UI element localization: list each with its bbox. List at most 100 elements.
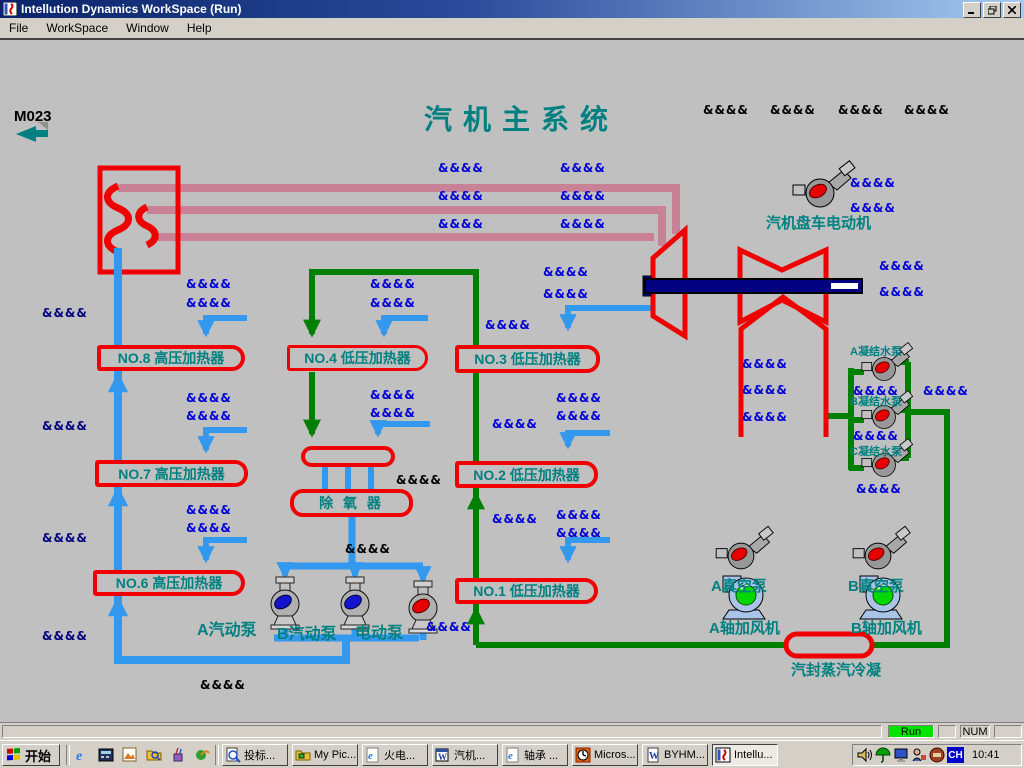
value-placeholder: &&&&: [850, 201, 896, 215]
intellution-icon: [715, 747, 731, 763]
task-button-2[interactable]: My Pic...: [292, 744, 358, 766]
restore-button[interactable]: [983, 2, 1001, 18]
task-label: 投标...: [244, 747, 275, 763]
value-placeholder: &&&&: [853, 429, 899, 443]
value-placeholder: &&&&: [770, 103, 816, 117]
media-quicklaunch-icon[interactable]: [192, 746, 212, 764]
user-accounts-icon[interactable]: [911, 747, 927, 763]
value-placeholder: &&&&: [186, 277, 232, 291]
page-title: 汽机主系统: [424, 98, 619, 138]
value-placeholder: &&&&: [492, 417, 538, 431]
task-button-5[interactable]: e 轴承 ...: [502, 744, 568, 766]
task-button-3[interactable]: e 火电...: [362, 744, 428, 766]
task-button-1[interactable]: 投标...: [222, 744, 288, 766]
heater-no4[interactable]: NO.4 低压加热器: [287, 345, 428, 371]
task-button-8-active[interactable]: Intellu...: [712, 744, 778, 766]
value-placeholder: &&&&: [370, 296, 416, 310]
value-placeholder: &&&&: [186, 409, 232, 423]
menu-file[interactable]: File: [0, 19, 37, 37]
menu-window[interactable]: Window: [117, 19, 178, 37]
start-button[interactable]: 开始: [2, 744, 60, 766]
heater-no8[interactable]: NO.8 高压加热器: [97, 345, 245, 371]
task-label: My Pic...: [314, 749, 356, 761]
heater-no2[interactable]: NO.2 低压加热器: [455, 461, 598, 488]
menu-bar: File WorkSpace Window Help: [0, 18, 1024, 38]
status-bar: Run NUM: [0, 722, 1024, 741]
feed-pump-a-label: A汽动泵: [197, 616, 257, 640]
title-bar[interactable]: Intellution Dynamics WorkSpace (Run): [0, 0, 1024, 18]
minimize-button[interactable]: [963, 2, 981, 18]
task-label: 轴承 ...: [524, 747, 558, 763]
menu-help[interactable]: Help: [178, 19, 221, 37]
taskbar-clock[interactable]: 10:41: [972, 749, 1000, 761]
windows-logo-icon: [6, 748, 22, 762]
svg-text:e: e: [508, 750, 513, 762]
value-placeholder: &&&&: [742, 383, 788, 397]
value-placeholder: &&&&: [370, 406, 416, 420]
value-placeholder: &&&&: [556, 391, 602, 405]
heater-no6[interactable]: NO.6 高压加热器: [93, 570, 245, 596]
paint-tools-quicklaunch-icon[interactable]: [168, 746, 188, 764]
value-placeholder: &&&&: [42, 419, 88, 433]
vacuum-pump-b-label: B真空泵: [848, 575, 904, 596]
value-placeholder: &&&&: [186, 503, 232, 517]
value-placeholder: &&&&: [560, 217, 606, 231]
value-placeholder: &&&&: [345, 542, 391, 556]
svg-text:e: e: [76, 749, 82, 763]
input-method-indicator[interactable]: CH: [947, 747, 964, 763]
image-editor-quicklaunch-icon[interactable]: [120, 746, 140, 764]
volume-icon[interactable]: [857, 747, 873, 763]
gland-condenser-label: 汽封蒸汽冷凝: [791, 659, 881, 680]
turning-motor-label: 汽机盘车电动机: [766, 212, 871, 233]
restore-icon: [988, 6, 997, 15]
value-placeholder: &&&&: [879, 259, 925, 273]
status-message-cell: [2, 725, 882, 738]
heater-no3[interactable]: NO.3 低压加热器: [455, 345, 600, 373]
system-tray: CH 10:41: [852, 744, 1022, 766]
calculator-quicklaunch-icon[interactable]: [96, 746, 116, 764]
value-placeholder: &&&&: [426, 620, 472, 634]
antivirus-umbrella-icon[interactable]: [875, 747, 891, 763]
value-placeholder: &&&&: [438, 189, 484, 203]
run-mode-indicator: Run: [888, 725, 934, 738]
window-title: Intellution Dynamics WorkSpace (Run): [21, 2, 241, 16]
ie-quicklaunch-icon[interactable]: e: [72, 746, 92, 764]
deaerator[interactable]: 除 氧 器: [290, 489, 413, 517]
ie-page-icon: e: [365, 747, 381, 763]
heater-no1[interactable]: NO.1 低压加热器: [455, 578, 598, 604]
value-placeholder: &&&&: [370, 388, 416, 402]
value-placeholder: &&&&: [742, 410, 788, 424]
value-placeholder: &&&&: [200, 678, 246, 692]
page-id: M023: [14, 108, 52, 125]
app-icon: [3, 2, 17, 16]
value-placeholder: &&&&: [904, 103, 950, 117]
close-button[interactable]: [1003, 2, 1021, 18]
value-placeholder: &&&&: [556, 508, 602, 522]
pictures-folder-icon: [295, 747, 311, 763]
value-placeholder: &&&&: [838, 103, 884, 117]
folder-search-quicklaunch-icon[interactable]: [144, 746, 164, 764]
menu-workspace[interactable]: WorkSpace: [37, 19, 117, 37]
separator: [215, 745, 219, 765]
svg-text:e: e: [368, 750, 373, 762]
value-placeholder: &&&&: [742, 357, 788, 371]
value-placeholder: &&&&: [438, 217, 484, 231]
hardware-badge-icon[interactable]: [929, 747, 945, 763]
task-button-4[interactable]: W 汽机...: [432, 744, 498, 766]
close-icon: [1008, 6, 1016, 14]
taskbar: 开始 e 投标... My Pic... e 火电... W 汽机... e 轴…: [0, 740, 1024, 768]
svg-text:W: W: [438, 752, 447, 762]
task-button-6[interactable]: Micros...: [572, 744, 638, 766]
network-monitor-icon[interactable]: [893, 747, 909, 763]
task-label: Micros...: [594, 749, 636, 761]
heater-no7[interactable]: NO.7 高压加热器: [95, 460, 248, 487]
ie-page-icon: e: [505, 747, 521, 763]
value-placeholder: &&&&: [543, 287, 589, 301]
value-placeholder: &&&&: [370, 277, 416, 291]
value-placeholder: &&&&: [923, 384, 969, 398]
value-placeholder: &&&&: [42, 306, 88, 320]
task-label: Intellu...: [734, 749, 773, 761]
task-button-7[interactable]: W BYHM...: [642, 744, 708, 766]
cond-pump-a-label: A凝结水泵: [850, 343, 902, 359]
value-placeholder: &&&&: [186, 296, 232, 310]
